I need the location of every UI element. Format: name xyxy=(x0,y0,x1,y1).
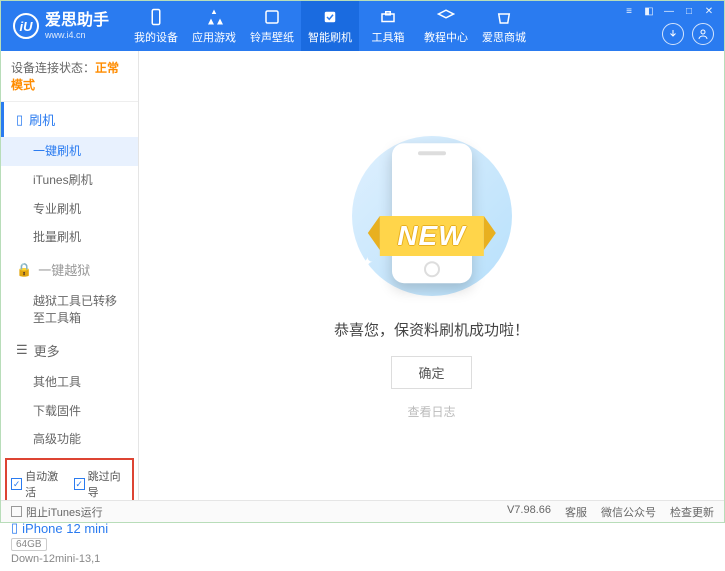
sidebar-label: 一键越狱 xyxy=(38,260,90,279)
nav-apps[interactable]: 应用游戏 xyxy=(185,1,243,51)
lock-icon: 🔒 xyxy=(16,262,32,278)
app-logo: iU 爱思助手 www.i4.cn xyxy=(13,12,109,40)
window-controls: ≡ ◧ — □ ✕ xyxy=(622,5,716,17)
device-capacity: 64GB xyxy=(11,538,47,551)
minimize-icon[interactable]: — xyxy=(662,5,676,17)
nav-label: 铃声壁纸 xyxy=(250,29,294,45)
success-illustration: ✦✧✦✧ NEW xyxy=(332,131,532,301)
ok-button[interactable]: 确定 xyxy=(391,356,471,389)
sidebar-jailbreak-note: 越狱工具已转移至工具箱 xyxy=(1,287,138,333)
sidebar-flash-head[interactable]: ▯ 刷机 xyxy=(1,102,138,137)
wallpaper-icon xyxy=(263,8,281,26)
header-actions xyxy=(662,23,714,45)
tutorial-icon xyxy=(437,8,455,26)
nav-toolbox[interactable]: 工具箱 xyxy=(359,1,417,51)
nav-label: 应用游戏 xyxy=(192,29,236,45)
update-link[interactable]: 检查更新 xyxy=(670,504,714,520)
app-url: www.i4.cn xyxy=(45,30,109,40)
more-icon: ☰ xyxy=(16,342,28,358)
nav-label: 教程中心 xyxy=(424,29,468,45)
sidebar-jailbreak-head[interactable]: 🔒 一键越狱 xyxy=(1,252,138,287)
flash-icon xyxy=(321,8,339,26)
apps-icon xyxy=(205,8,223,26)
sidebar-label: 刷机 xyxy=(29,110,55,129)
menu-icon[interactable]: ≡ xyxy=(622,5,636,17)
wechat-link[interactable]: 微信公众号 xyxy=(601,504,656,520)
status-bar: 阻止iTunes运行 V7.98.66 客服 微信公众号 检查更新 xyxy=(1,500,724,522)
device-status: 设备连接状态：正常模式 xyxy=(1,51,138,102)
toolbox-icon xyxy=(379,8,397,26)
status-label: 设备连接状态： xyxy=(11,61,95,75)
auto-activate-checkbox[interactable]: ✓自动激活 xyxy=(11,468,66,500)
phone-icon: ▯ xyxy=(16,112,23,128)
checkbox-label: 自动激活 xyxy=(25,468,65,500)
nav-flash[interactable]: 智能刷机 xyxy=(301,1,359,51)
nav-store[interactable]: 爱思商城 xyxy=(475,1,533,51)
support-link[interactable]: 客服 xyxy=(565,504,587,520)
checkbox-label: 阻止iTunes运行 xyxy=(26,504,103,520)
sidebar-other-tools[interactable]: 其他工具 xyxy=(1,368,138,397)
version-label: V7.98.66 xyxy=(507,504,551,520)
app-name: 爱思助手 xyxy=(45,12,109,30)
sidebar-itunes-flash[interactable]: iTunes刷机 xyxy=(1,166,138,195)
view-log-link[interactable]: 查看日志 xyxy=(407,403,455,420)
checkbox-label: 跳过向导 xyxy=(88,468,128,500)
nav-my-device[interactable]: 我的设备 xyxy=(127,1,185,51)
nav-label: 智能刷机 xyxy=(308,29,352,45)
new-ribbon: NEW xyxy=(379,216,483,256)
block-itunes-checkbox[interactable]: 阻止iTunes运行 xyxy=(11,504,103,520)
main-panel: ✦✧✦✧ NEW 恭喜您，保资料刷机成功啦！ 确定 查看日志 xyxy=(139,51,724,500)
phone-icon xyxy=(147,8,165,26)
sidebar-download-firmware[interactable]: 下载固件 xyxy=(1,397,138,426)
nav-label: 工具箱 xyxy=(372,29,405,45)
nav-tutorial[interactable]: 教程中心 xyxy=(417,1,475,51)
sidebar-label: 更多 xyxy=(34,341,60,360)
download-icon[interactable] xyxy=(662,23,684,45)
sidebar-more-head[interactable]: ☰ 更多 xyxy=(1,333,138,368)
skip-guide-checkbox[interactable]: ✓跳过向导 xyxy=(74,468,129,500)
check-icon: ✓ xyxy=(74,478,85,490)
close-icon[interactable]: ✕ xyxy=(702,5,716,17)
store-icon xyxy=(495,8,513,26)
nav-ringtone[interactable]: 铃声壁纸 xyxy=(243,1,301,51)
sidebar: 设备连接状态：正常模式 ▯ 刷机 一键刷机 iTunes刷机 专业刷机 批量刷机… xyxy=(1,51,139,500)
app-header: iU 爱思助手 www.i4.cn 我的设备 应用游戏 铃声壁纸 智能刷机 工具… xyxy=(1,1,724,51)
sidebar-oneclick-flash[interactable]: 一键刷机 xyxy=(1,137,138,166)
checkbox-icon xyxy=(11,506,22,517)
maximize-icon[interactable]: □ xyxy=(682,5,696,17)
sidebar-pro-flash[interactable]: 专业刷机 xyxy=(1,195,138,224)
sidebar-batch-flash[interactable]: 批量刷机 xyxy=(1,223,138,252)
nav-label: 爱思商城 xyxy=(482,29,526,45)
user-icon[interactable] xyxy=(692,23,714,45)
check-icon: ✓ xyxy=(11,478,22,490)
top-nav: 我的设备 应用游戏 铃声壁纸 智能刷机 工具箱 教程中心 爱思商城 xyxy=(127,1,533,51)
skin-icon[interactable]: ◧ xyxy=(642,5,656,17)
logo-icon: iU xyxy=(13,13,39,39)
nav-label: 我的设备 xyxy=(134,29,178,45)
device-info: Down-12mini-13,1 xyxy=(11,553,128,565)
success-message: 恭喜您，保资料刷机成功啦！ xyxy=(334,319,529,340)
sidebar-advanced[interactable]: 高级功能 xyxy=(1,425,138,454)
